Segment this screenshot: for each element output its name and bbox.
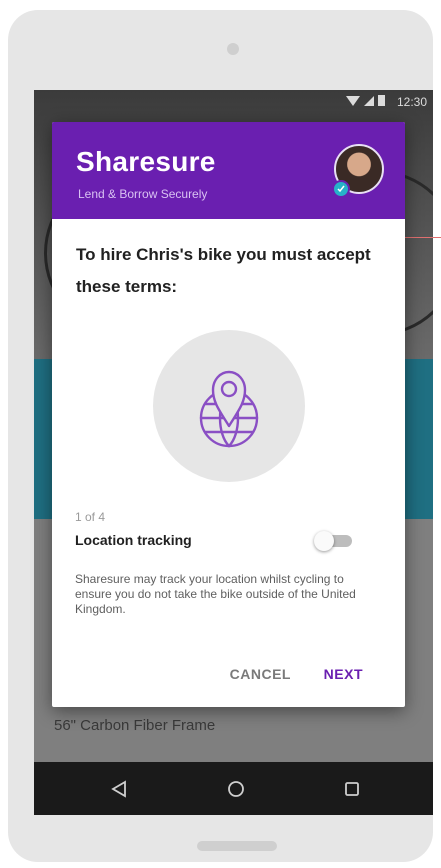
app-subtitle: Lend & Borrow Securely	[78, 187, 208, 201]
location-globe-icon	[199, 370, 259, 448]
term-title: Location tracking	[75, 532, 192, 548]
verified-badge-icon	[332, 180, 350, 198]
home-indicator	[197, 841, 277, 851]
recents-icon	[345, 782, 359, 796]
term-description: Sharesure may track your location whilst…	[75, 572, 356, 616]
android-nav-bar	[34, 762, 433, 815]
cancel-button[interactable]: CANCEL	[222, 656, 299, 692]
back-icon	[111, 780, 126, 798]
recents-button[interactable]	[337, 774, 367, 804]
home-button[interactable]	[221, 774, 251, 804]
status-icons	[346, 95, 385, 106]
location-tracking-toggle[interactable]	[314, 531, 354, 551]
home-icon	[228, 781, 244, 797]
back-button[interactable]	[104, 774, 134, 804]
terms-dialog: Sharesure Lend & Borrow Securely To hire…	[52, 122, 405, 707]
status-time: 12:30	[396, 95, 427, 109]
next-button[interactable]: NEXT	[316, 656, 371, 692]
wifi-icon	[346, 95, 360, 106]
dialog-prompt: To hire Chris's bike you must accept the…	[76, 245, 371, 296]
status-bar: 12:30	[34, 90, 433, 112]
step-indicator: 1 of 4	[75, 510, 106, 524]
app-title: Sharesure	[76, 146, 216, 177]
location-illustration	[153, 330, 305, 482]
battery-icon	[378, 95, 385, 106]
signal-icon	[364, 95, 374, 106]
speaker	[227, 43, 239, 55]
background-spec-text: 56" Carbon Fiber Frame	[54, 717, 216, 734]
toggle-thumb	[314, 531, 334, 551]
dialog-header: Sharesure Lend & Borrow Securely	[52, 122, 405, 219]
